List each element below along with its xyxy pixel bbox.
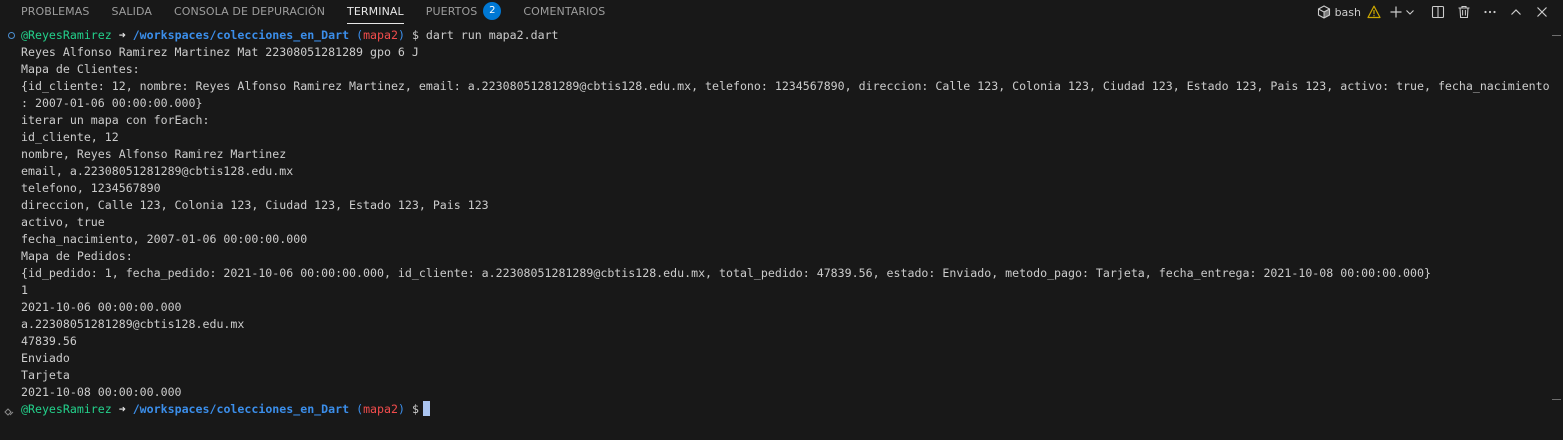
output-line: 2021-10-06 00:00:00.000 (21, 300, 182, 314)
terminal-shell-selector[interactable]: bash (1313, 1, 1363, 23)
prompt-dollar: $ (411, 28, 419, 42)
terminal-cursor (422, 401, 430, 416)
prompt-branch-open: ( (356, 402, 364, 416)
maximize-icon (1509, 5, 1523, 19)
terminal-icon (1317, 5, 1331, 19)
tab-label: PUERTOS (425, 5, 478, 18)
terminal-output-area[interactable]: @ReyesRamirez ➜ /workspaces/colecciones_… (0, 27, 1550, 440)
split-terminal-button[interactable] (1425, 1, 1451, 23)
scroll-marker (1552, 35, 1561, 36)
tab-label: CONSOLA DE DEPURACIÓN (173, 5, 326, 18)
plus-icon (1389, 5, 1403, 19)
split-icon (1431, 5, 1445, 19)
output-line: a.22308051281289@cbtis128.edu.mx (21, 317, 245, 331)
launch-profile-dropdown[interactable] (1404, 1, 1425, 23)
prompt-command: dart run mapa2.dart (425, 28, 559, 42)
command-decoration-icon (3, 403, 15, 416)
terminal-scrollbar[interactable] (1549, 27, 1563, 440)
command-decoration-icon (8, 32, 15, 39)
prompt-line: @ReyesRamirez ➜ /workspaces/colecciones_… (21, 401, 430, 418)
close-icon (1535, 5, 1549, 19)
prompt-branch: mapa2 (363, 402, 398, 416)
output-line: Mapa de Pedidos: (21, 249, 133, 263)
prompt-branch-close: ) (397, 28, 405, 42)
more-icon (1483, 5, 1497, 19)
output-line: nombre, Reyes Alfonso Ramirez Martinez (21, 147, 287, 161)
panel-actions: bash (1313, 0, 1563, 24)
output-line: email, a.22308051281289@cbtis128.edu.mx (21, 164, 294, 178)
tab-label: TERMINAL (347, 5, 404, 18)
warning-icon (1367, 5, 1381, 19)
output-line: 2021-10-08 00:00:00.000 (21, 385, 182, 399)
output-line: Reyes Alfonso Ramirez Martinez Mat 22308… (21, 45, 419, 59)
scroll-marker (1552, 399, 1561, 400)
output-line: 47839.56 (21, 334, 77, 348)
chevron-down-icon (1405, 7, 1415, 17)
ports-count-badge: 2 (483, 2, 502, 20)
output-line: Mapa de Clientes: (21, 62, 140, 76)
output-line: id_cliente, 12 (21, 130, 119, 144)
tab-problemas[interactable]: PROBLEMAS (0, 0, 100, 24)
maximize-panel-button[interactable] (1503, 1, 1529, 23)
new-terminal-button[interactable] (1387, 1, 1404, 23)
tab-comentarios[interactable]: COMENTARIOS (512, 0, 616, 24)
tab-label: PROBLEMAS (21, 5, 90, 18)
output-line: fecha_nacimiento, 2007-01-06 00:00:00.00… (21, 232, 308, 246)
output-line: activo, true (21, 215, 105, 229)
tab-terminal[interactable]: TERMINAL (336, 0, 415, 24)
shell-name: bash (1334, 5, 1361, 19)
tab-label: SALIDA (111, 5, 152, 18)
output-line: Enviado (21, 351, 70, 365)
output-line: : 2007-01-06 00:00:00.000} (21, 96, 203, 110)
prompt-branch: mapa2 (363, 28, 398, 42)
prompt-line: @ReyesRamirez ➜ /workspaces/colecciones_… (21, 27, 559, 44)
prompt-branch-open: ( (356, 28, 364, 42)
output-line: {id_cliente: 12, nombre: Reyes Alfonso R… (21, 79, 1550, 93)
prompt-arrow: ➜ (118, 402, 126, 416)
kill-terminal-button[interactable] (1451, 1, 1477, 23)
prompt-path: /workspaces/colecciones_en_Dart (132, 402, 350, 416)
prompt-user: @ReyesRamirez (21, 402, 112, 416)
output-line: telefono, 1234567890 (21, 181, 161, 195)
terminal-panel: PROBLEMAS SALIDA CONSOLA DE DEPURACIÓN T… (0, 0, 1563, 440)
prompt-branch-close: ) (397, 402, 405, 416)
tab-label: COMENTARIOS (523, 5, 606, 18)
prompt-user: @ReyesRamirez (21, 28, 112, 42)
output-line: iterar un mapa con forEach: (21, 113, 210, 127)
close-panel-button[interactable] (1529, 1, 1563, 23)
more-actions-button[interactable] (1477, 1, 1503, 23)
prompt-path: /workspaces/colecciones_en_Dart (132, 28, 350, 42)
prompt-arrow: ➜ (118, 28, 126, 42)
trash-icon (1457, 5, 1471, 19)
tab-puertos[interactable]: PUERTOS 2 (415, 0, 513, 24)
output-line: {id_pedido: 1, fecha_pedido: 2021-10-06 … (21, 266, 1431, 280)
output-line: direccion, Calle 123, Colonia 123, Ciuda… (21, 198, 489, 212)
tab-salida[interactable]: SALIDA (100, 0, 163, 24)
output-line: Tarjeta (21, 368, 70, 382)
tab-consola-depuracion[interactable]: CONSOLA DE DEPURACIÓN (163, 0, 336, 24)
warning-button[interactable] (1363, 1, 1387, 23)
output-line: 1 (21, 283, 28, 297)
prompt-dollar: $ (411, 402, 419, 416)
